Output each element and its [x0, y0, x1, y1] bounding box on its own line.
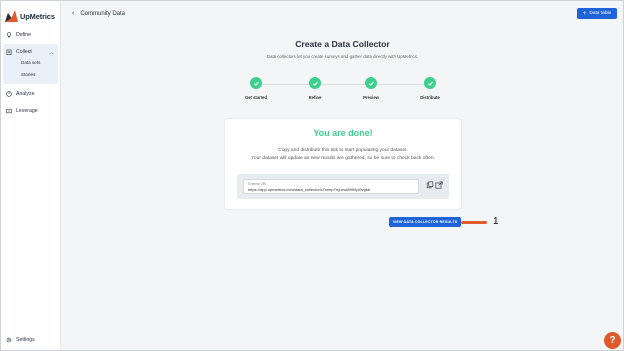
check-icon: [365, 77, 377, 89]
sidebar-item-leverage[interactable]: Leverage: [6, 105, 38, 116]
open-in-new-icon[interactable]: [435, 181, 443, 189]
chevron-left-icon: ‹: [72, 10, 75, 17]
chevron-up-icon[interactable]: ︿: [49, 49, 54, 56]
clipboard-icon: [6, 49, 12, 55]
page-title: Create a Data Collector: [295, 39, 390, 49]
external-url-panel: External URL https://app.upmetrics.com/d…: [237, 174, 449, 199]
plus-icon: +: [582, 10, 587, 17]
step-distribute: Distribute: [410, 77, 450, 100]
check-icon: [424, 77, 436, 89]
sidebar-item-define[interactable]: Define: [6, 29, 31, 40]
chart-icon: [6, 90, 12, 97]
logo-text: UpMetrics: [20, 11, 55, 21]
app-logo[interactable]: UpMetrics: [5, 9, 55, 23]
sidebar-item-collect[interactable]: Collect ︿: [6, 46, 56, 57]
top-bar: ‹ Community Data + Data table: [62, 1, 623, 27]
page-subtitle: Data collectors let you create surveys a…: [266, 54, 419, 59]
completion-card: You are done! Copy and distribute this l…: [225, 119, 461, 209]
sidebar-subitem-stories[interactable]: Stories: [21, 72, 35, 77]
sidebar-item-label: Define: [16, 31, 31, 38]
sidebar-group-collect: Collect ︿ Data sets Stories: [3, 44, 58, 84]
sidebar-item-label: Collect: [16, 48, 32, 55]
sidebar-item-label: Leverage: [16, 107, 38, 114]
back-link-label: Community Data: [80, 10, 126, 17]
step-label: Distribute: [420, 95, 440, 100]
done-message-line-1: Copy and distribute this link to start p…: [278, 148, 408, 153]
gear-icon: [6, 337, 12, 342]
sidebar-item-analyze[interactable]: Analyze: [6, 88, 34, 99]
share-icon: [6, 108, 12, 113]
copy-icon[interactable]: [426, 181, 434, 189]
data-table-button-label: Data table: [589, 11, 612, 16]
sidebar: UpMetrics Define Collect ︿ Data sets Sto…: [1, 1, 61, 350]
check-icon: [309, 77, 321, 89]
step-label: Preview: [363, 95, 379, 100]
step-preview: Preview: [351, 77, 391, 100]
step-get-started: Get started: [236, 77, 276, 100]
annotation-arrow: [461, 221, 487, 224]
step-refine: Refine: [295, 77, 335, 100]
done-heading: You are done!: [313, 128, 373, 138]
sidebar-subitem-data-sets[interactable]: Data sets: [21, 60, 40, 65]
external-url-field[interactable]: External URL https://app.upmetrics.com/d…: [243, 179, 419, 194]
external-url-label: External URL: [248, 182, 267, 186]
upmetrics-logo-icon: [5, 10, 18, 22]
back-link[interactable]: ‹ Community Data: [72, 10, 125, 17]
sidebar-item-label: Analyze: [16, 90, 35, 97]
data-table-button[interactable]: + Data table: [577, 8, 617, 19]
external-url-value[interactable]: https://app.upmetrics.com/data_collector…: [248, 187, 371, 192]
stepper-track: [257, 84, 430, 85]
sidebar-item-settings[interactable]: Settings: [6, 334, 35, 345]
check-icon: [250, 77, 262, 89]
step-label: Get started: [244, 95, 268, 100]
done-message-line-2: Your dataset will update as new results …: [251, 156, 435, 161]
lightbulb-icon: [6, 31, 12, 37]
annotation-callout-number: 1: [493, 216, 499, 227]
sidebar-item-label: Settings: [16, 336, 35, 343]
view-results-button[interactable]: VIEW DATA COLLECTOR RESULTS: [389, 217, 461, 227]
url-actions: [426, 181, 444, 189]
help-button[interactable]: ?: [604, 332, 621, 349]
step-label: Refine: [308, 95, 322, 100]
